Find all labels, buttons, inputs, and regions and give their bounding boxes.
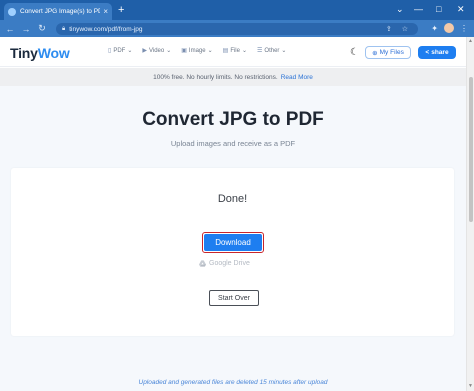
logo-tiny: Tiny [10, 45, 38, 61]
back-arrow-icon[interactable]: ← [4, 24, 16, 34]
maximize-button[interactable]: □ [436, 4, 441, 14]
my-files-icon: ⊕ [372, 49, 378, 57]
site-nav: ▯ PDF ⌄ ▶ Video ⌄ ▣ Image ⌄ ▤ File ⌄ ☰ O [108, 47, 287, 55]
chevron-down-icon: ⌄ [281, 48, 287, 54]
my-files-label: My Files [379, 49, 404, 56]
browser-tab[interactable]: Convert JPG Image(s) to PDF Onl × [4, 3, 112, 20]
dark-mode-icon[interactable]: ☾ [350, 47, 359, 58]
address-bar-url: tinywow.com/pdf/from-jpg [69, 25, 143, 33]
share-icon: < [425, 49, 430, 56]
read-more-link[interactable]: Read More [281, 74, 313, 81]
nav-image[interactable]: ▣ Image ⌄ [181, 47, 213, 55]
result-card: Done! Download Google Drive Start Over [11, 168, 454, 336]
close-window-button[interactable]: ✕ [457, 4, 465, 14]
profile-avatar[interactable] [444, 23, 454, 33]
nav-file[interactable]: ▤ File ⌄ [222, 47, 248, 55]
nav-pdf[interactable]: ▯ PDF ⌄ [108, 47, 133, 55]
deletion-notice: Uploaded and generated files are deleted… [138, 379, 328, 386]
chevron-down-icon: ⌄ [241, 48, 248, 54]
pdf-icon: ▯ [108, 48, 112, 54]
page-subtitle: Upload images and receive as a PDF [170, 139, 296, 148]
nav-other-label: Other [264, 47, 280, 54]
nav-image-label: Image [188, 47, 206, 54]
download-button[interactable]: Download [204, 234, 262, 251]
toolbar-icons: ✦ ⋮ [431, 23, 468, 33]
image-icon: ▣ [181, 48, 187, 54]
new-tab-button[interactable]: + [118, 3, 124, 17]
scroll-up-icon[interactable]: ▲ [468, 38, 473, 44]
browser-toolbar: ← → ↻ 🔒︎ tinywow.com/pdf/from-jpg ⇪ ☆ ✦ … [0, 20, 474, 37]
start-over-button[interactable]: Start Over [209, 290, 259, 306]
other-icon: ☰ [257, 48, 263, 54]
notice-text: 100% free. No hourly limits. No restrict… [153, 73, 278, 81]
chevron-down-icon: ⌄ [127, 48, 133, 54]
tab-close-icon[interactable]: × [103, 7, 108, 16]
notice-bar: 100% free. No hourly limits. No restrict… [0, 68, 466, 86]
chevron-down-icon: ⌄ [207, 48, 213, 54]
tab-strip: Convert JPG Image(s) to PDF Onl × + ⌄ — … [0, 0, 474, 20]
video-icon: ▶ [142, 48, 147, 54]
nav-video-label: Video [148, 47, 165, 54]
google-drive-icon [199, 260, 206, 267]
chevron-down-icon: ⌄ [166, 48, 172, 54]
share-and-bookmark-icons[interactable]: ⇪ ☆ [386, 25, 412, 33]
reload-icon[interactable]: ↻ [36, 23, 48, 34]
page-title: Convert JPG to PDF [142, 109, 324, 130]
tinywow-favicon-icon [8, 7, 16, 16]
tab-search-icon[interactable]: ⌄ [396, 4, 404, 14]
nav-other[interactable]: ☰ Other ⌄ [257, 47, 287, 55]
nav-video[interactable]: ▶ Video ⌄ [142, 47, 172, 55]
forward-arrow-icon[interactable]: → [20, 24, 32, 34]
page-scrollbar[interactable]: ▲ ▼ [466, 37, 474, 391]
google-drive-label: Google Drive [209, 260, 250, 267]
share-button[interactable]: < share [418, 46, 456, 59]
extensions-icon[interactable]: ✦ [431, 24, 438, 33]
logo-wow: Wow [37, 45, 70, 61]
status-text: Done! [217, 193, 248, 205]
tinywow-logo[interactable]: TinyWow [10, 45, 70, 61]
main-content: Convert JPG to PDF Upload images and rec… [0, 86, 466, 391]
lock-icon: 🔒︎ [62, 25, 66, 32]
minimize-button[interactable]: — [414, 4, 423, 14]
address-bar[interactable]: 🔒︎ tinywow.com/pdf/from-jpg ⇪ ☆ [56, 23, 418, 35]
scrollbar-thumb[interactable] [469, 77, 473, 222]
share-label: share [431, 49, 449, 56]
scroll-down-icon[interactable]: ▼ [468, 383, 473, 389]
browser-window: Convert JPG Image(s) to PDF Onl × + ⌄ — … [0, 0, 474, 391]
menu-icon[interactable]: ⋮ [460, 24, 468, 33]
nav-file-label: File [230, 47, 240, 54]
nav-pdf-label: PDF [113, 47, 126, 54]
my-files-button[interactable]: ⊕ My Files [365, 46, 411, 59]
site-header: TinyWow ▯ PDF ⌄ ▶ Video ⌄ ▣ Image ⌄ ▤ Fi… [0, 37, 466, 67]
google-drive-button[interactable]: Google Drive [199, 260, 250, 267]
file-icon: ▤ [222, 48, 229, 54]
download-highlight: Download [202, 232, 264, 253]
tab-title: Convert JPG Image(s) to PDF Onl [20, 8, 100, 15]
